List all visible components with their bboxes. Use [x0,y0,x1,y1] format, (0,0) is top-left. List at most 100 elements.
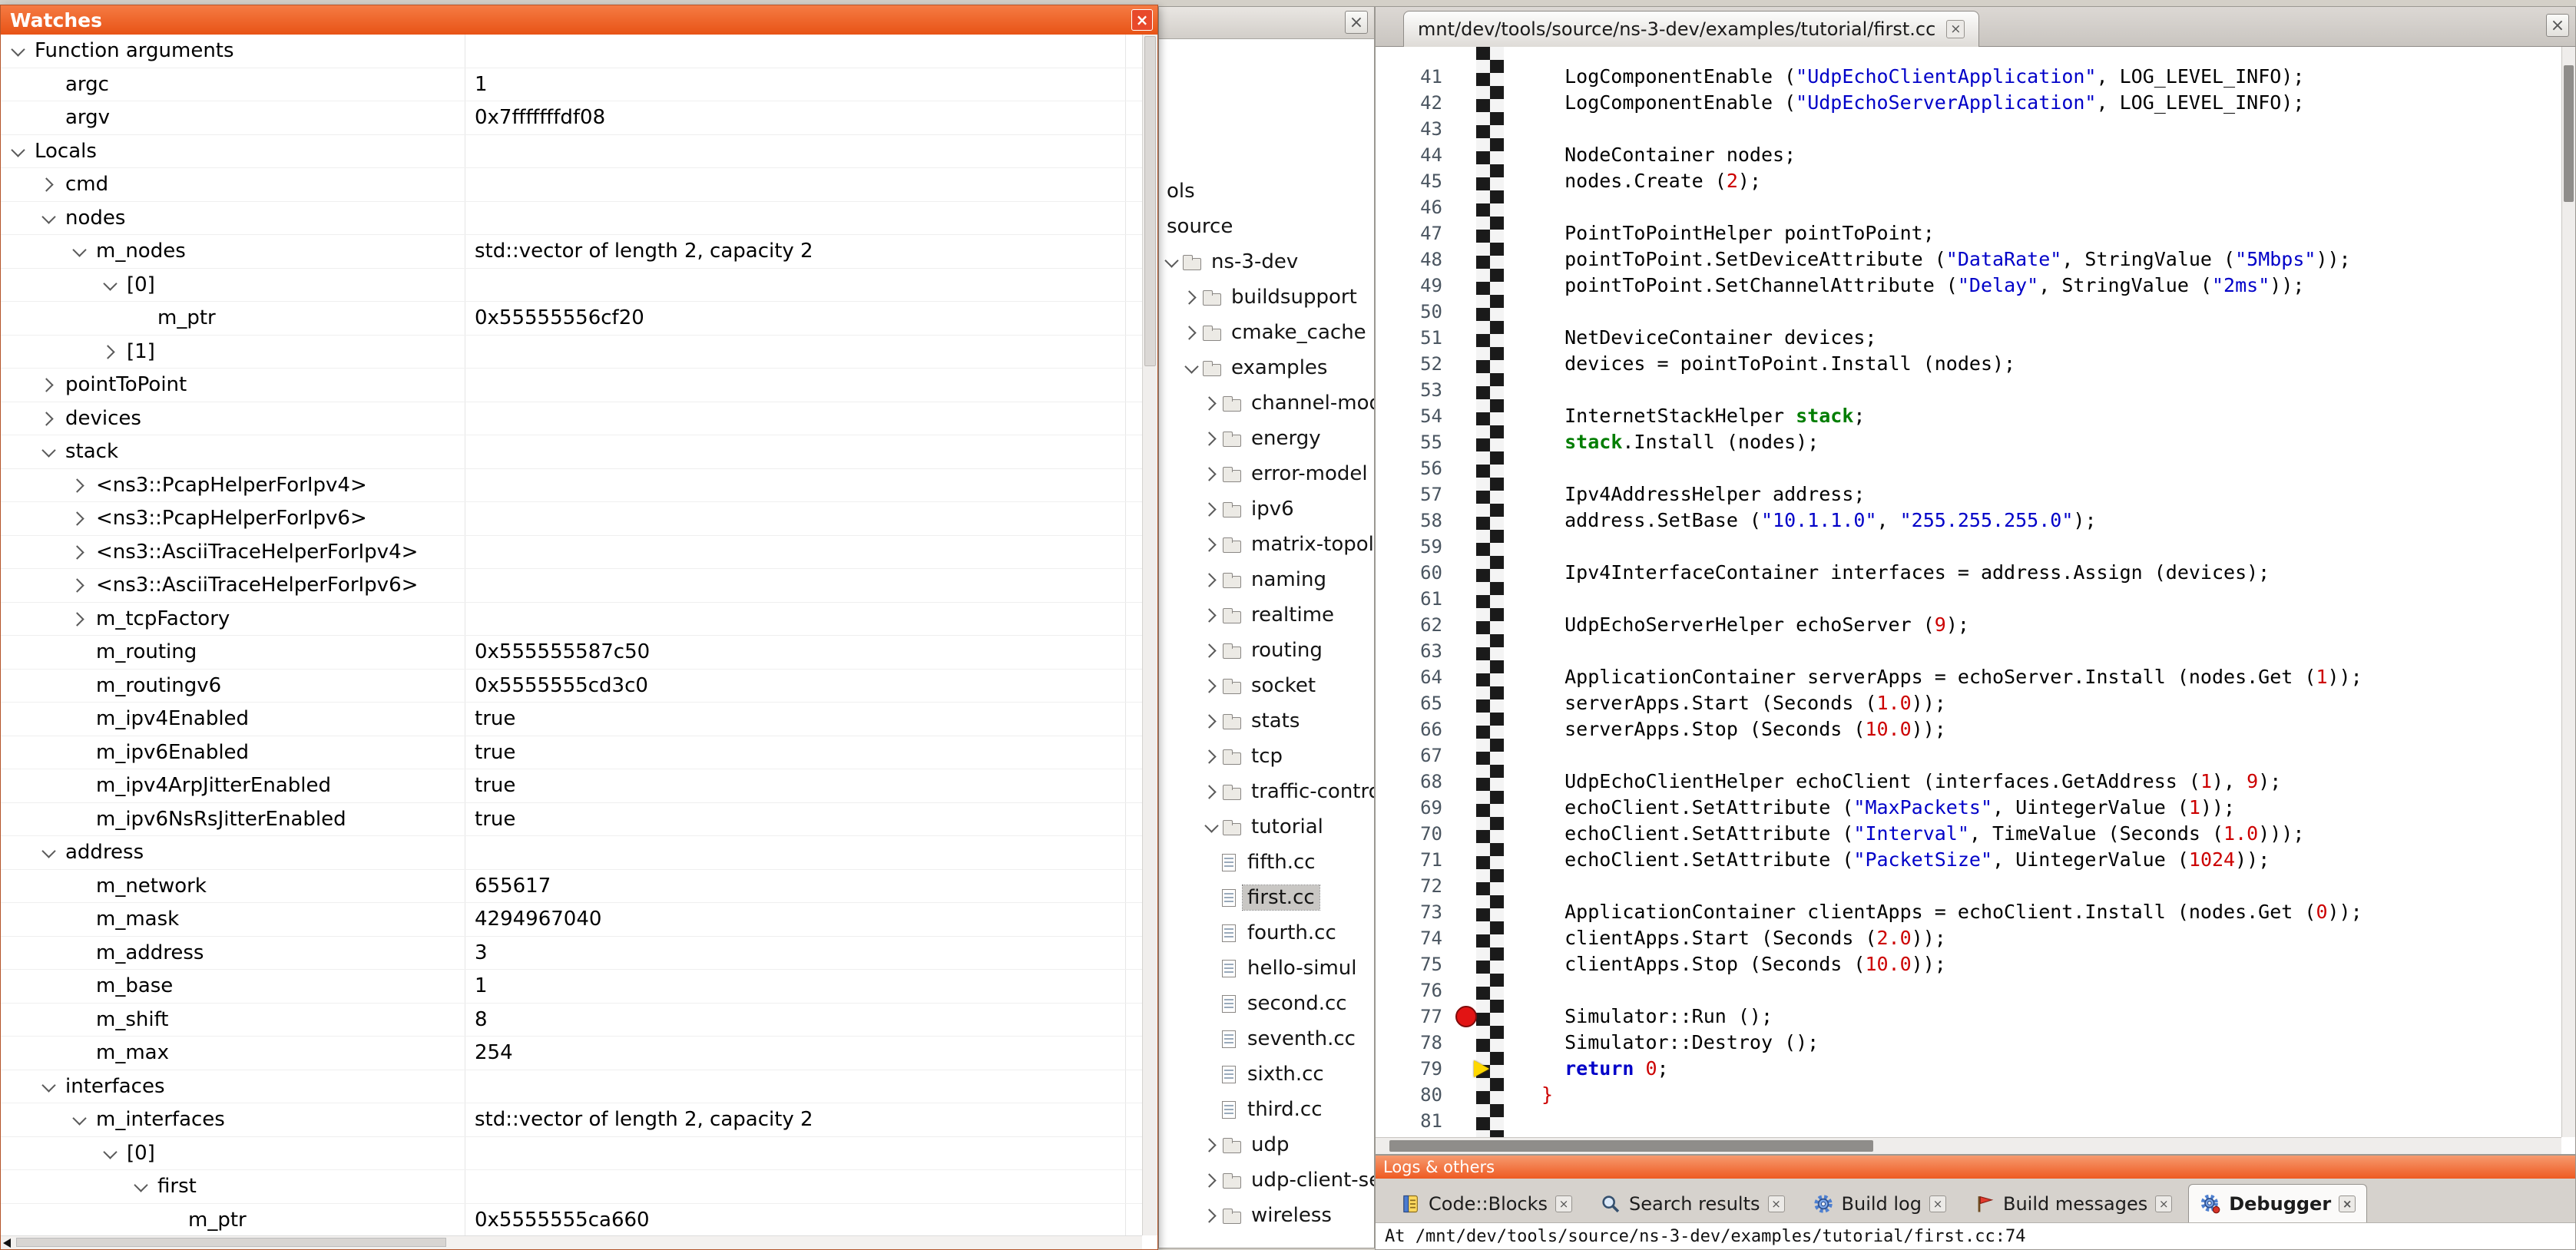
tree-item-hello-simul[interactable]: hello-simul [1159,951,1374,986]
expander-closed-icon[interactable] [1202,676,1222,696]
expander-closed-icon[interactable] [1202,711,1222,731]
expander-closed-icon[interactable] [1202,1135,1222,1155]
watch-row[interactable]: m_routingv60x5555555cd3c0 [1,670,1142,703]
watch-row[interactable]: pointToPoint [1,369,1142,402]
code-line[interactable]: 42 LogComponentEnable ("UdpEchoServerApp… [1376,90,2561,116]
tree-item-source[interactable]: source [1159,209,1374,244]
code-line[interactable]: 80} [1376,1082,2561,1108]
watch-row[interactable]: m_max254 [1,1037,1142,1070]
code-line[interactable]: 77 Simulator::Run (); [1376,1004,2561,1030]
code-line[interactable]: 78 Simulator::Destroy (); [1376,1030,2561,1056]
code-line[interactable]: 56 [1376,455,2561,481]
code-line[interactable]: 74 clientApps.Start (Seconds (2.0)); [1376,925,2561,951]
watch-row[interactable]: m_ptr0x5555555ca660 [1,1204,1142,1236]
tree-item-ols[interactable]: ols [1159,174,1374,209]
code-line[interactable]: 44 NodeContainer nodes; [1376,142,2561,168]
code-line[interactable]: 76 [1376,977,2561,1004]
tree-item-cmake-cache[interactable]: cmake_cache [1159,315,1374,350]
watch-row[interactable]: Locals [1,135,1142,169]
watch-row[interactable]: <ns3::AsciiTraceHelperForIpv4> [1,536,1142,570]
watches-vertical-scrollbar[interactable] [1142,35,1157,1235]
expander-open-icon[interactable] [70,241,96,261]
watch-row[interactable]: <ns3::AsciiTraceHelperForIpv6> [1,569,1142,603]
code-line[interactable]: 41 LogComponentEnable ("UdpEchoClientApp… [1376,64,2561,90]
code-line[interactable]: 43 [1376,116,2561,142]
tree-item-udp-client-ser[interactable]: udp-client-ser [1159,1162,1374,1198]
editor-horizontal-scrollbar[interactable] [1376,1137,2561,1154]
expander-open-icon[interactable] [39,441,65,461]
code-line[interactable]: 67 [1376,742,2561,769]
expander-closed-icon[interactable] [1202,782,1222,802]
logs-tab-build-log[interactable]: Build log [1801,1184,1958,1222]
watch-row[interactable]: m_ipv4ArpJitterEnabledtrue [1,769,1142,803]
logs-tab-code-blocks[interactable]: Code::Blocks [1388,1184,1584,1222]
tree-item-naming[interactable]: naming [1159,562,1374,597]
management-close-button[interactable] [1345,11,1368,34]
watch-row[interactable]: nodes [1,202,1142,236]
expander-closed-icon[interactable] [1202,640,1222,660]
expander-closed-icon[interactable] [1202,570,1222,590]
tree-item-third-cc[interactable]: third.cc [1159,1092,1374,1127]
expander-closed-icon[interactable] [1202,1170,1222,1190]
expander-closed-icon[interactable] [101,342,127,362]
tab-close-icon[interactable] [2339,1195,2356,1212]
tab-close-icon[interactable] [1946,20,1965,38]
code-line[interactable]: 81 [1376,1108,2561,1134]
logs-tab-debugger[interactable]: Debugger [2188,1184,2367,1222]
code-line[interactable]: 53 [1376,377,2561,403]
expander-open-icon[interactable] [39,1076,65,1096]
code-line[interactable]: 65 serverApps.Start (Seconds (1.0)); [1376,690,2561,716]
logs-tab-search-results[interactable]: Search results [1588,1184,1796,1222]
tree-item-fourth-cc[interactable]: fourth.cc [1159,915,1374,951]
expander-closed-icon[interactable] [1202,1205,1222,1225]
watch-row[interactable]: devices [1,402,1142,436]
tree-item-stats[interactable]: stats [1159,703,1374,739]
watch-row[interactable]: m_ptr0x55555556cf20 [1,302,1142,336]
tree-item-matrix-topol[interactable]: matrix-topol [1159,527,1374,562]
tab-close-icon[interactable] [1929,1195,1946,1212]
code-line[interactable]: 79 return 0; [1376,1056,2561,1082]
code-line[interactable]: 73 ApplicationContainer clientApps = ech… [1376,899,2561,925]
code-line[interactable]: 58 address.SetBase ("10.1.1.0", "255.255… [1376,508,2561,534]
watch-row[interactable]: interfaces [1,1070,1142,1104]
tree-item-tutorial[interactable]: tutorial [1159,809,1374,845]
tree-item-wireless[interactable]: wireless [1159,1198,1374,1233]
expander-closed-icon[interactable] [70,609,96,629]
code-line[interactable]: 70 echoClient.SetAttribute ("Interval", … [1376,821,2561,847]
code-line[interactable]: 69 echoClient.SetAttribute ("MaxPackets"… [1376,795,2561,821]
code-line[interactable]: 49 pointToPoint.SetChannelAttribute ("De… [1376,273,2561,299]
code-line[interactable]: 62 UdpEchoServerHelper echoServer (9); [1376,612,2561,638]
tree-item-examples[interactable]: examples [1159,350,1374,385]
code-line[interactable]: 54 InternetStackHelper stack; [1376,403,2561,429]
code-line[interactable]: 66 serverApps.Stop (Seconds (10.0)); [1376,716,2561,742]
tree-item-realtime[interactable]: realtime [1159,597,1374,633]
expander-closed-icon[interactable] [70,575,96,595]
tree-item-tcp[interactable]: tcp [1159,739,1374,774]
watch-row[interactable]: [0] [1,269,1142,303]
tab-close-icon[interactable] [1555,1195,1572,1212]
watches-titlebar[interactable]: Watches [1,5,1157,35]
scrollbar-thumb[interactable] [16,1238,446,1247]
watch-row[interactable]: <ns3::PcapHelperForIpv4> [1,469,1142,503]
expander-open-icon[interactable] [39,208,65,228]
code-line[interactable]: 68 UdpEchoClientHelper echoClient (inter… [1376,769,2561,795]
expander-open-icon[interactable] [1202,817,1222,837]
tree-item-udp[interactable]: udp [1159,1127,1374,1162]
code-line[interactable]: 72 [1376,873,2561,899]
watch-row[interactable]: m_base1 [1,970,1142,1004]
expander-closed-icon[interactable] [70,542,96,562]
scrollbar-thumb[interactable] [1144,36,1156,366]
logs-tab-build-messages[interactable]: Build messages [1962,1184,2184,1222]
watch-row[interactable]: [0] [1,1137,1142,1171]
breakpoint-icon[interactable] [1455,1006,1477,1027]
code-line[interactable]: 50 [1376,299,2561,325]
expander-closed-icon[interactable] [1182,287,1202,307]
watch-row[interactable]: argv0x7fffffffdf08 [1,101,1142,135]
expander-closed-icon[interactable] [1202,746,1222,766]
tree-item-second-cc[interactable]: second.cc [1159,986,1374,1021]
watch-row[interactable]: m_mask4294967040 [1,903,1142,937]
expander-closed-icon[interactable] [1202,393,1222,413]
tree-item-sixth-cc[interactable]: sixth.cc [1159,1057,1374,1092]
expander-open-icon[interactable] [101,275,127,295]
tree-item-routing[interactable]: routing [1159,633,1374,668]
